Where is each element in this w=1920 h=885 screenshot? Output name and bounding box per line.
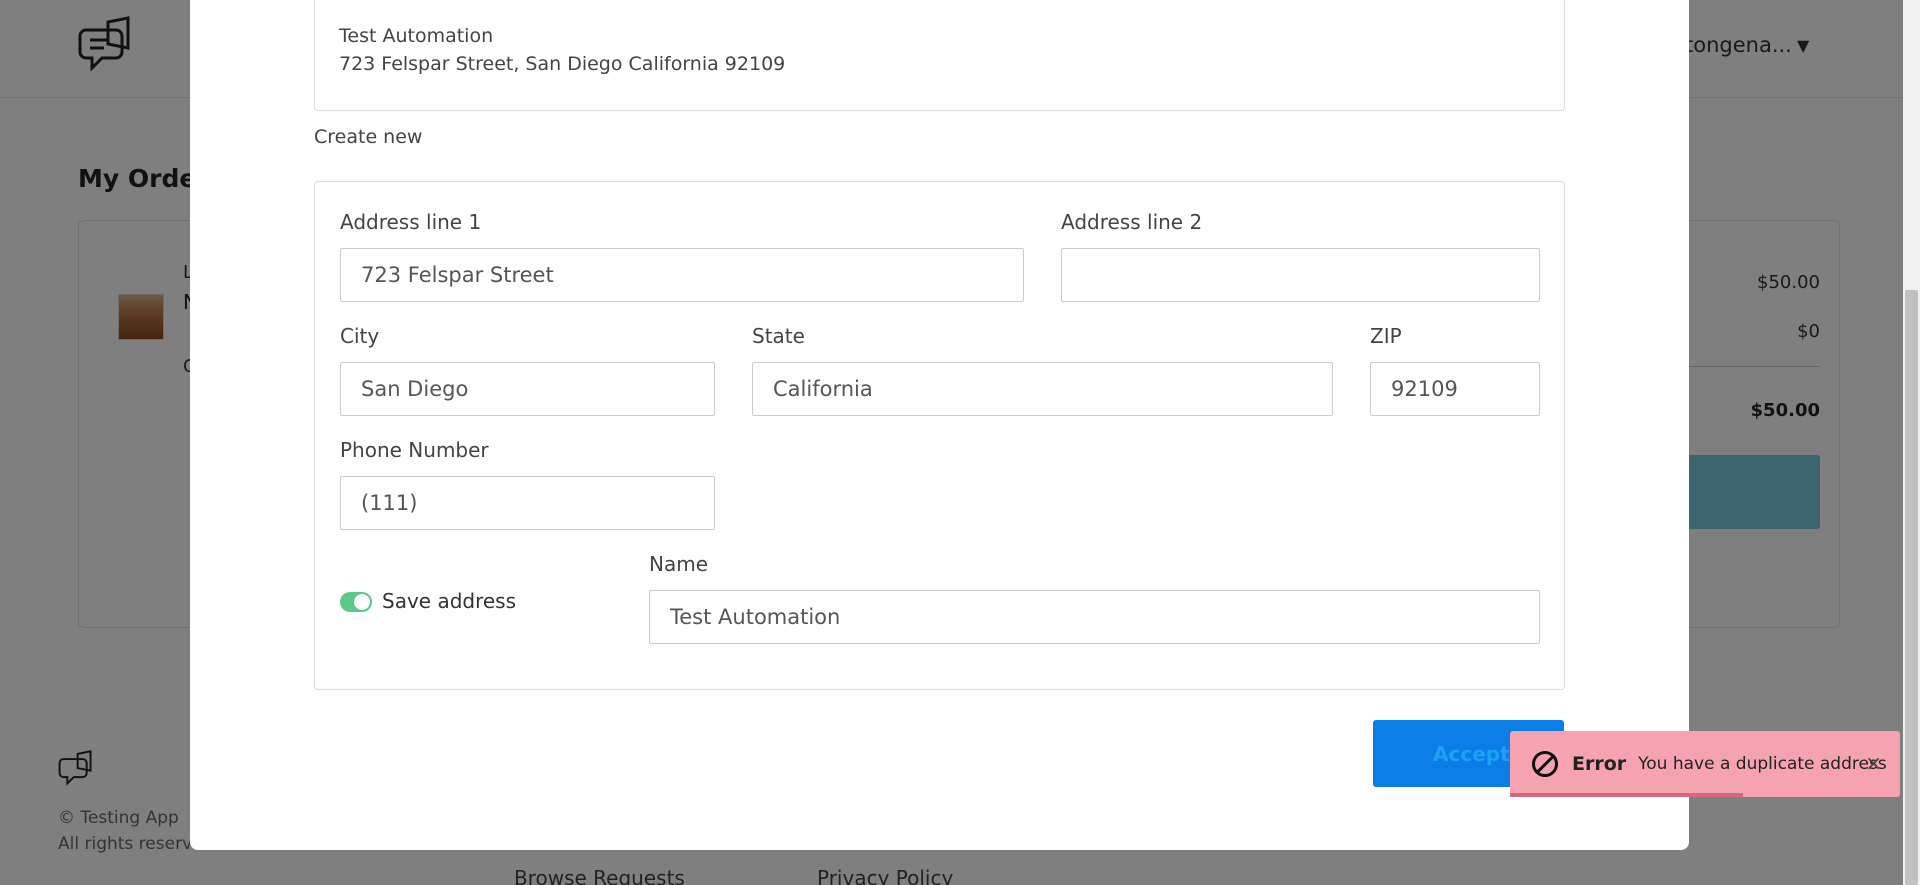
- saved-address-name: Test Automation: [339, 25, 494, 47]
- saved-address-text: 723 Felspar Street, San Diego California…: [339, 53, 786, 75]
- save-address-label[interactable]: Save address: [382, 589, 516, 613]
- zip-input[interactable]: [1370, 362, 1540, 416]
- name-label: Name: [649, 552, 709, 576]
- address-line2-label: Address line 2: [1061, 210, 1203, 234]
- phone-label: Phone Number: [340, 438, 489, 462]
- toast-progress-bar: [1510, 793, 1743, 797]
- address-modal: Test Automation 723 Felspar Street, San …: [190, 0, 1689, 850]
- name-input[interactable]: [649, 590, 1540, 644]
- zip-label: ZIP: [1370, 324, 1402, 348]
- saved-address-card[interactable]: Test Automation 723 Felspar Street, San …: [314, 0, 1565, 111]
- create-new-label: Create new: [314, 126, 423, 148]
- address-line2-input[interactable]: [1061, 248, 1540, 302]
- address-line1-input[interactable]: [340, 248, 1024, 302]
- page-scrollbar[interactable]: [1903, 0, 1920, 885]
- city-label: City: [340, 324, 380, 348]
- toast-message: You have a duplicate address: [1638, 754, 1887, 774]
- scrollbar-thumb[interactable]: [1905, 290, 1918, 885]
- city-input[interactable]: [340, 362, 715, 416]
- close-icon[interactable]: ×: [1865, 751, 1882, 775]
- new-address-form: Address line 1 Address line 2 City State…: [314, 181, 1565, 690]
- state-label: State: [752, 324, 805, 348]
- toast-title: Error: [1572, 753, 1627, 775]
- save-address-toggle[interactable]: [340, 592, 372, 612]
- toggle-knob: [354, 594, 370, 610]
- state-input[interactable]: [752, 362, 1333, 416]
- error-toast: Error You have a duplicate address ×: [1510, 731, 1900, 797]
- address-line1-label: Address line 1: [340, 210, 482, 234]
- phone-input[interactable]: [340, 476, 715, 530]
- block-icon: [1532, 751, 1558, 777]
